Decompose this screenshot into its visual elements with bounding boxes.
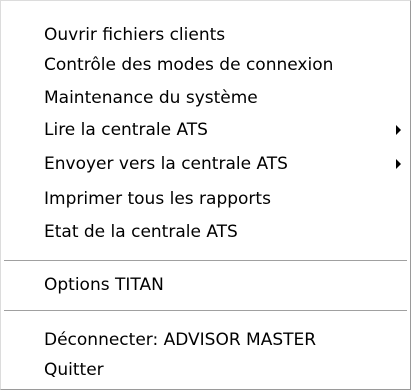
menu-item-label: Etat de la centrale ATS [44,222,238,242]
menu-item-ats-status[interactable]: Etat de la centrale ATS [1,215,410,249]
menu-separator [4,260,407,262]
menu-item-disconnect[interactable]: Déconnecter: ADVISOR MASTER [1,323,410,357]
menu-item-system-maintenance[interactable]: Maintenance du système [1,81,410,115]
menu-item-label: Imprimer tous les rapports [44,189,271,209]
menu-item-label: Lire la centrale ATS [44,120,208,140]
menu-item-label: Déconnecter: ADVISOR MASTER [44,330,317,350]
menu-item-open-client-files[interactable]: Ouvrir fichiers clients [1,18,410,52]
menu-item-label: Contrôle des modes de connexion [44,55,334,75]
menu-item-titan-options[interactable]: Options TITAN [1,268,410,302]
menu-item-send-to-ats[interactable]: Envoyer vers la centrale ATS [1,147,410,181]
menu-item-connection-modes[interactable]: Contrôle des modes de connexion [1,48,410,82]
menu-item-read-ats[interactable]: Lire la centrale ATS [1,113,410,147]
menu-item-label: Quitter [44,360,104,380]
submenu-arrow-icon [396,125,401,135]
menu-item-label: Envoyer vers la centrale ATS [44,154,288,174]
menu-item-quit[interactable]: Quitter [1,353,410,387]
context-menu: Ouvrir fichiers clients Contrôle des mod… [0,0,411,390]
menu-item-label: Ouvrir fichiers clients [44,25,226,45]
submenu-arrow-icon [396,159,401,169]
menu-item-print-reports[interactable]: Imprimer tous les rapports [1,182,410,216]
menu-item-label: Options TITAN [44,275,164,295]
menu-separator [4,310,407,312]
menu-item-label: Maintenance du système [44,88,258,108]
